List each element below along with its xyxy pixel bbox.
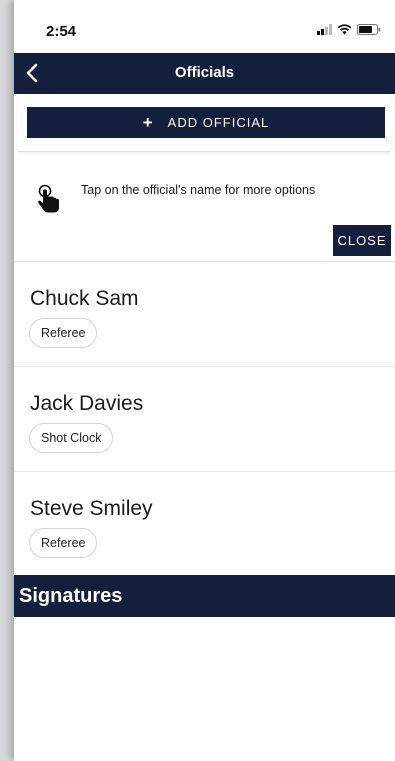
official-name[interactable]: Jack Davies [30, 392, 143, 416]
status-time: 2:54 [46, 23, 77, 40]
signatures-title: Signatures [19, 585, 123, 607]
pointing-hand-icon [38, 184, 59, 213]
page-title: Officials [174, 64, 235, 81]
official-name[interactable]: Chuck Sam [30, 287, 139, 311]
official-role-badge: Referee [29, 528, 98, 558]
official-row-steve-smiley[interactable]: Steve Smiley Referee [14, 472, 395, 576]
phone-screen: 2:54 Officials + ADD OFFICIAL Tap on the… [14, 0, 395, 761]
plus-icon: + [142, 112, 154, 132]
official-role-badge: Referee [29, 318, 98, 348]
nav-bar: Officials [14, 53, 395, 94]
add-official-label: ADD OFFICIAL [167, 115, 270, 130]
status-icons [317, 24, 381, 35]
official-row-chuck-sam[interactable]: Chuck Sam Referee [14, 262, 395, 367]
hint-text: Tap on the official's name for more opti… [81, 183, 316, 197]
close-button[interactable]: CLOSE [333, 225, 391, 256]
wifi-icon [337, 24, 352, 35]
signal-icon [317, 24, 332, 35]
add-official-button[interactable]: + ADD OFFICIAL [27, 107, 385, 138]
add-official-section: + ADD OFFICIAL [18, 94, 391, 152]
official-role-badge: Shot Clock [29, 423, 114, 453]
signatures-header: Signatures [14, 575, 395, 617]
battery-icon [357, 24, 381, 35]
status-bar: 2:54 [14, 0, 395, 53]
official-name[interactable]: Steve Smiley [30, 497, 153, 521]
hint-panel: Tap on the official's name for more opti… [14, 152, 395, 262]
official-row-jack-davies[interactable]: Jack Davies Shot Clock [14, 367, 395, 472]
